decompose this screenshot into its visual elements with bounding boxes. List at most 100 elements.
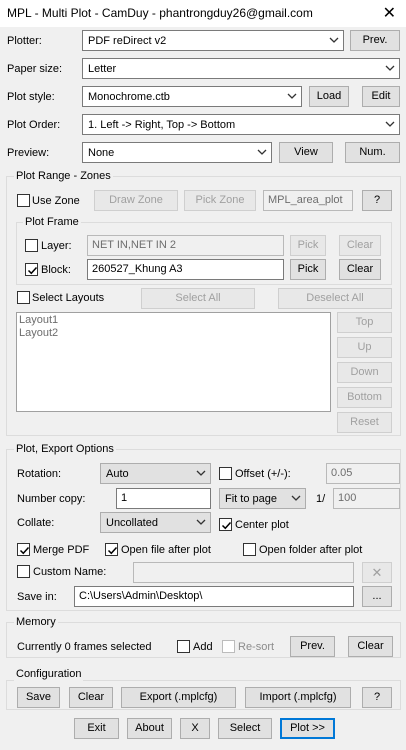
preview-dropdown[interactable]: None: [82, 142, 272, 163]
layouts-list[interactable]: Layout1 Layout2: [16, 312, 331, 412]
plot-style-value: Monochrome.ctb: [88, 91, 170, 103]
memory-status: Currently 0 frames selected: [17, 641, 152, 653]
block-label[interactable]: Block:: [41, 263, 71, 277]
edit-button[interactable]: Edit: [362, 86, 400, 107]
open-file-checkbox[interactable]: [105, 543, 118, 556]
checkmark-icon: [221, 521, 232, 530]
deselect-all-button[interactable]: Deselect All: [278, 288, 392, 309]
configuration-title: Configuration: [14, 667, 84, 681]
resort-checkbox[interactable]: [222, 640, 235, 653]
center-plot-label[interactable]: Center plot: [235, 518, 289, 532]
block-field[interactable]: 260527_Khung A3: [87, 259, 284, 280]
layer-pick-button[interactable]: Pick: [290, 235, 326, 256]
about-button[interactable]: About: [127, 718, 172, 739]
checkmark-icon: [27, 266, 38, 275]
config-clear-button[interactable]: Clear: [69, 687, 113, 708]
use-zone-checkbox[interactable]: [17, 194, 30, 207]
list-item[interactable]: Layout2: [17, 327, 330, 340]
memory-prev-button[interactable]: Prev.: [290, 636, 335, 657]
fit-dropdown[interactable]: Fit to page: [219, 488, 306, 509]
chevron-down-icon: [196, 519, 206, 525]
zone-help-button[interactable]: ?: [362, 190, 392, 211]
custom-name-field[interactable]: [133, 562, 354, 583]
layer-label[interactable]: Layer:: [41, 239, 72, 253]
select-all-button[interactable]: Select All: [141, 288, 255, 309]
config-help-button[interactable]: ?: [362, 687, 392, 708]
select-layouts-label[interactable]: Select Layouts: [32, 291, 104, 305]
chevron-down-icon: [287, 93, 297, 99]
merge-pdf-label[interactable]: Merge PDF: [33, 543, 89, 557]
num-button[interactable]: Num.: [345, 142, 400, 163]
memory-clear-button[interactable]: Clear: [348, 636, 393, 657]
add-checkbox[interactable]: [177, 640, 190, 653]
select-button[interactable]: Select: [218, 718, 272, 739]
import-config-button[interactable]: Import (.mplcfg): [245, 687, 351, 708]
rotation-dropdown[interactable]: Auto: [100, 463, 211, 484]
export-options-title: Plot, Export Options: [14, 442, 116, 456]
config-save-button[interactable]: Save: [17, 687, 60, 708]
paper-size-value: Letter: [88, 63, 117, 75]
add-label[interactable]: Add: [193, 640, 213, 654]
block-checkbox[interactable]: [25, 263, 38, 276]
layer-clear-button[interactable]: Clear: [339, 235, 381, 256]
plot-order-label: Plot Order:: [7, 119, 61, 131]
block-pick-button[interactable]: Pick: [290, 259, 326, 280]
checkmark-icon: [107, 546, 118, 555]
custom-name-checkbox[interactable]: [17, 565, 30, 578]
open-folder-label[interactable]: Open folder after plot: [259, 543, 362, 557]
load-button[interactable]: Load: [309, 86, 349, 107]
paper-size-label: Paper size:: [7, 63, 63, 75]
save-in-field[interactable]: C:\Users\Admin\Desktop\: [74, 586, 354, 607]
pick-zone-button[interactable]: Pick Zone: [184, 190, 256, 211]
x-button[interactable]: X: [180, 718, 210, 739]
chevron-down-icon: [196, 470, 206, 476]
offset-label[interactable]: Offset (+/-):: [235, 467, 291, 481]
use-zone-label[interactable]: Use Zone: [32, 194, 80, 208]
plot-order-dropdown[interactable]: 1. Left -> Right, Top -> Bottom: [82, 114, 400, 135]
exit-button[interactable]: Exit: [74, 718, 119, 739]
browse-button[interactable]: ...: [362, 586, 392, 607]
plotter-dropdown[interactable]: PDF reDirect v2: [82, 30, 344, 51]
plot-order-value: 1. Left -> Right, Top -> Bottom: [88, 119, 236, 131]
draw-zone-button[interactable]: Draw Zone: [94, 190, 178, 211]
reset-order-button[interactable]: Reset: [337, 412, 392, 433]
move-top-button[interactable]: Top: [337, 312, 392, 333]
open-file-label[interactable]: Open file after plot: [121, 543, 211, 557]
custom-name-clear-button[interactable]: ✕: [362, 562, 392, 583]
checkmark-icon: [19, 546, 30, 555]
move-bottom-button[interactable]: Bottom: [337, 387, 392, 408]
offset-checkbox[interactable]: [219, 467, 232, 480]
export-config-button[interactable]: Export (.mplcfg): [121, 687, 236, 708]
number-copy-field[interactable]: 1: [116, 488, 211, 509]
chevron-down-icon: [257, 149, 267, 155]
custom-name-label[interactable]: Custom Name:: [33, 565, 106, 579]
layer-checkbox[interactable]: [25, 239, 38, 252]
layer-field[interactable]: NET IN,NET IN 2: [87, 235, 284, 256]
plotter-prev-button[interactable]: Prev.: [350, 30, 400, 51]
plotter-value: PDF reDirect v2: [88, 35, 167, 47]
plot-button[interactable]: Plot >>: [280, 718, 335, 739]
list-item[interactable]: Layout1: [17, 314, 330, 327]
center-plot-checkbox[interactable]: [219, 518, 232, 531]
block-clear-button[interactable]: Clear: [339, 259, 381, 280]
view-button[interactable]: View: [279, 142, 333, 163]
save-in-label: Save in:: [17, 591, 57, 603]
select-layouts-checkbox[interactable]: [17, 291, 30, 304]
paper-size-dropdown[interactable]: Letter: [82, 58, 400, 79]
zone-name-field[interactable]: MPL_area_plot: [263, 190, 353, 211]
chevron-down-icon: [385, 121, 395, 127]
move-down-button[interactable]: Down: [337, 362, 392, 383]
close-icon[interactable]: ✕: [383, 3, 396, 23]
scale-field[interactable]: 100: [333, 488, 400, 509]
open-folder-checkbox[interactable]: [243, 543, 256, 556]
plot-style-dropdown[interactable]: Monochrome.ctb: [82, 86, 302, 107]
offset-field[interactable]: 0.05: [326, 463, 400, 484]
chevron-down-icon: [329, 37, 339, 43]
collate-value: Uncollated: [106, 517, 158, 529]
rotation-value: Auto: [106, 468, 129, 480]
collate-dropdown[interactable]: Uncollated: [100, 512, 211, 533]
resort-label[interactable]: Re-sort: [238, 640, 274, 654]
merge-pdf-checkbox[interactable]: [17, 543, 30, 556]
plot-range-title: Plot Range - Zones: [14, 169, 113, 183]
move-up-button[interactable]: Up: [337, 337, 392, 358]
